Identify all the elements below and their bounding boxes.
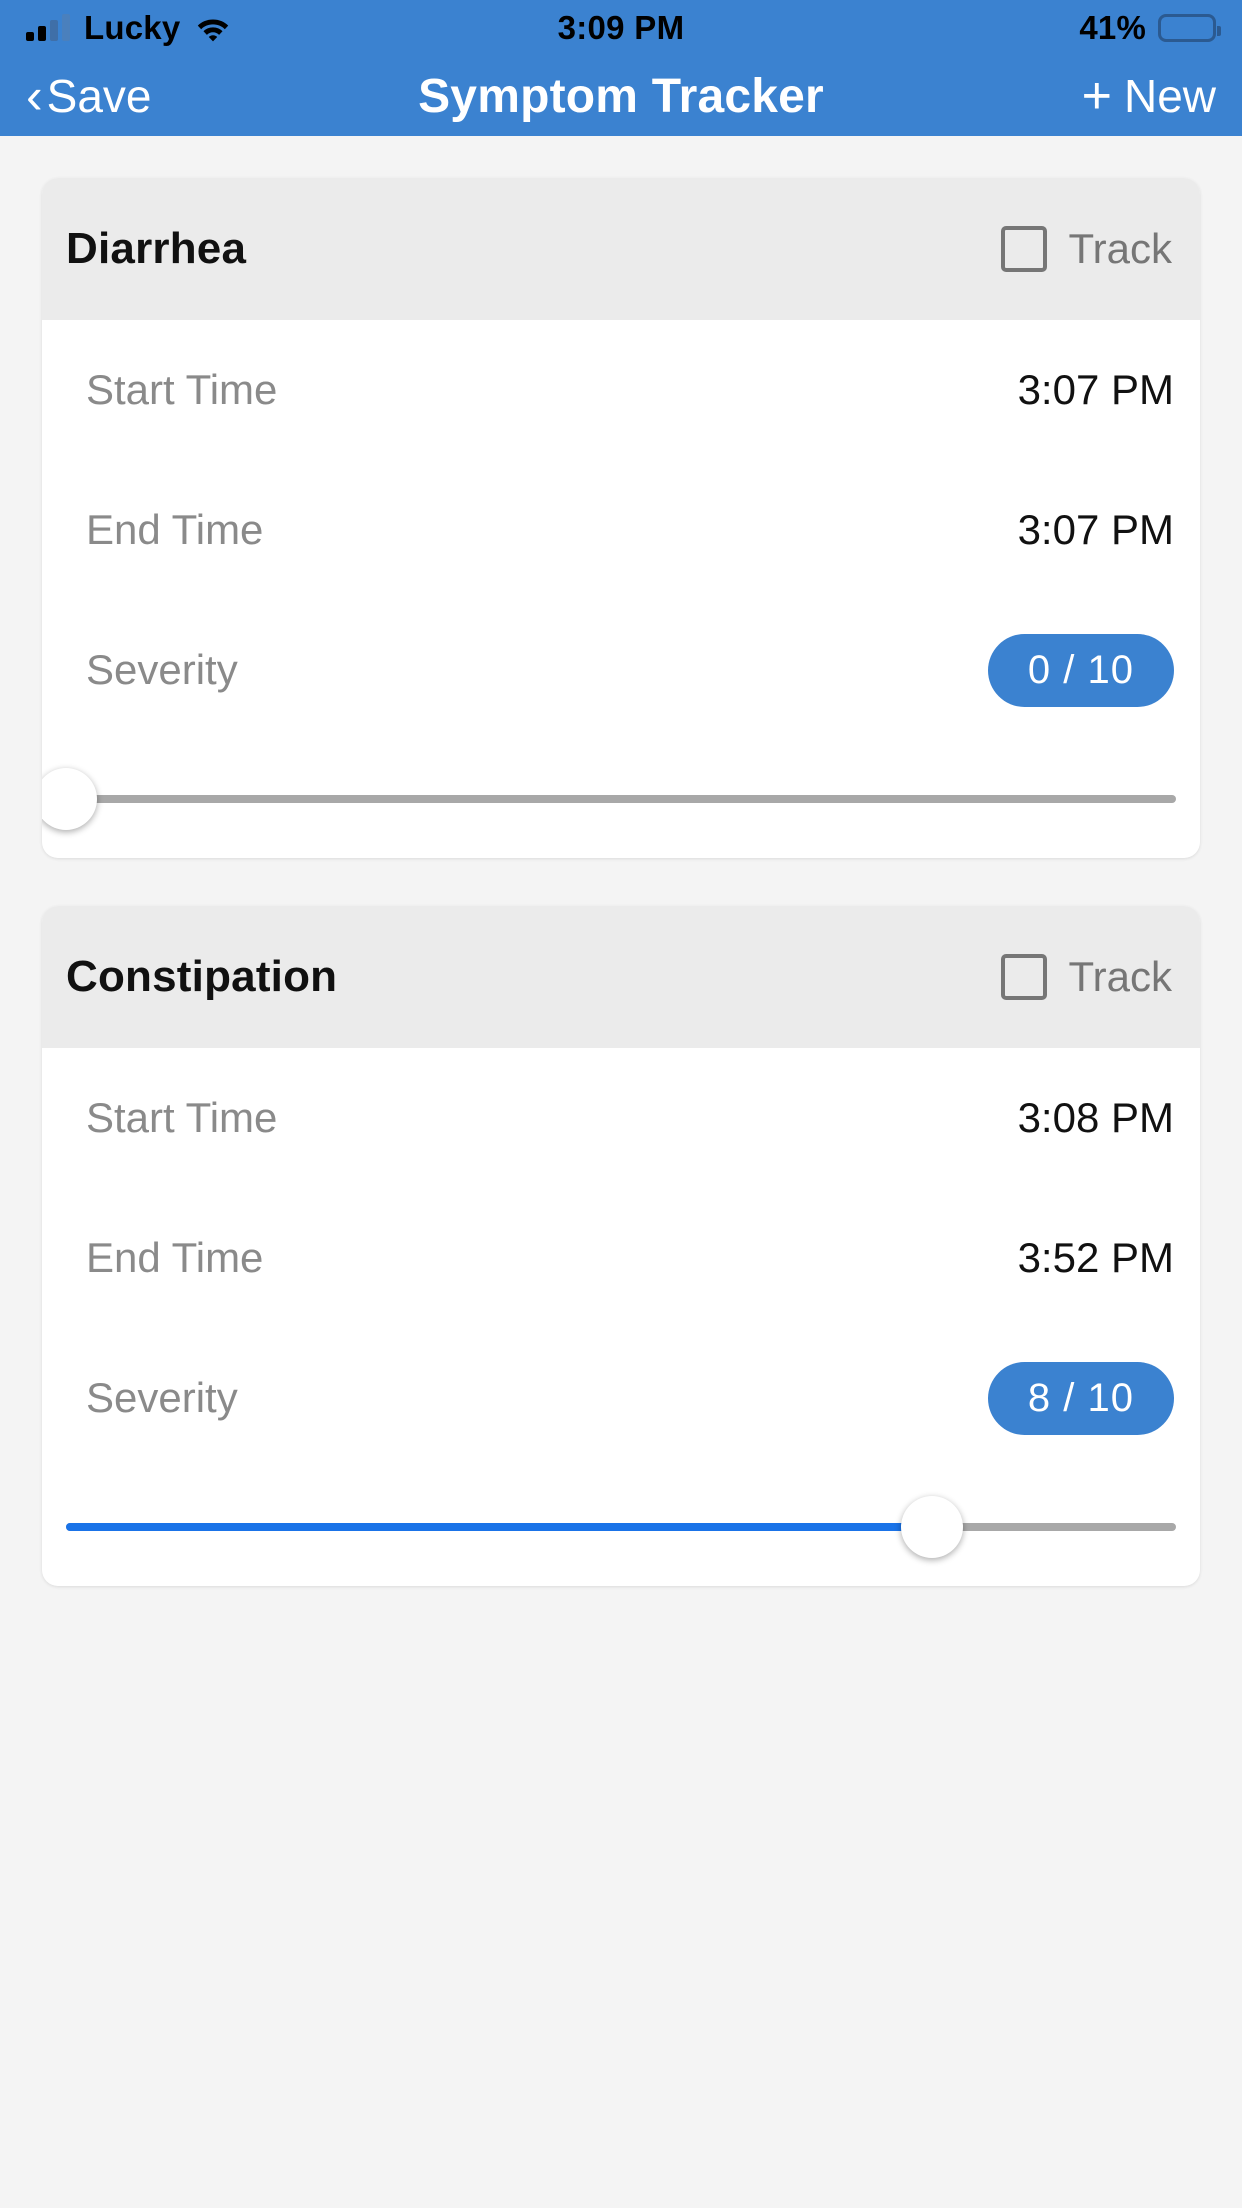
- end-time-label: End Time: [86, 506, 264, 553]
- new-button-label: New: [1123, 70, 1216, 122]
- new-button[interactable]: + New: [621, 69, 1216, 123]
- severity-slider[interactable]: [42, 1468, 1200, 1586]
- app-screen: Lucky 3:09 PM 41% ‹ Save Symptom Tracker…: [0, 0, 1242, 2208]
- cellular-signal-icon: [26, 14, 70, 41]
- symptom-card: Diarrhea Track Start Time 3:07 PM End Ti…: [42, 178, 1200, 858]
- track-toggle[interactable]: Track: [1000, 225, 1174, 273]
- symptom-card-header: Constipation Track: [42, 906, 1200, 1048]
- symptom-card: Constipation Track Start Time 3:08 PM En…: [42, 906, 1200, 1586]
- severity-badge: 0 / 10: [987, 633, 1174, 707]
- plus-icon: +: [1081, 67, 1112, 125]
- slider-track[interactable]: [66, 1523, 1176, 1531]
- chevron-left-icon: ‹: [26, 68, 43, 124]
- save-button-label: Save: [46, 70, 152, 122]
- battery-percent-label: 41%: [1079, 9, 1146, 46]
- severity-slider[interactable]: [42, 740, 1200, 858]
- start-time-label: Start Time: [86, 1094, 278, 1141]
- start-time-value[interactable]: 3:07 PM: [1018, 366, 1174, 414]
- track-label: Track: [1068, 953, 1172, 1000]
- end-time-row[interactable]: End Time 3:07 PM: [42, 460, 1200, 600]
- start-time-row[interactable]: Start Time 3:07 PM: [42, 320, 1200, 460]
- slider-track[interactable]: [66, 795, 1176, 803]
- navigation-bar: ‹ Save Symptom Tracker + New: [0, 56, 1242, 136]
- end-time-value[interactable]: 3:07 PM: [1018, 506, 1174, 554]
- status-bar-right: 41%: [621, 9, 1221, 47]
- symptom-card-header: Diarrhea Track: [42, 178, 1200, 320]
- carrier-label: Lucky: [84, 9, 181, 46]
- severity-row: Severity 8 / 10: [42, 1328, 1200, 1468]
- status-bar-left: Lucky: [26, 9, 621, 47]
- battery-icon: [1158, 14, 1221, 42]
- slider-fill: [66, 1523, 932, 1531]
- severity-row: Severity 0 / 10: [42, 600, 1200, 740]
- severity-badge: 8 / 10: [987, 1361, 1174, 1435]
- start-time-row[interactable]: Start Time 3:08 PM: [42, 1048, 1200, 1188]
- track-label: Track: [1068, 225, 1172, 272]
- track-checkbox[interactable]: [1000, 226, 1047, 272]
- symptom-list: Diarrhea Track Start Time 3:07 PM End Ti…: [0, 136, 1242, 1586]
- status-bar: Lucky 3:09 PM 41%: [0, 0, 1242, 56]
- start-time-label: Start Time: [86, 366, 278, 413]
- end-time-row[interactable]: End Time 3:52 PM: [42, 1188, 1200, 1328]
- start-time-value[interactable]: 3:08 PM: [1018, 1094, 1174, 1142]
- track-toggle[interactable]: Track: [1000, 953, 1174, 1001]
- track-checkbox[interactable]: [1000, 954, 1047, 1000]
- symptom-name: Diarrhea: [66, 224, 247, 273]
- slider-thumb[interactable]: [900, 1496, 963, 1558]
- end-time-label: End Time: [86, 1234, 264, 1281]
- symptom-name: Constipation: [66, 952, 338, 1001]
- end-time-value[interactable]: 3:52 PM: [1018, 1234, 1174, 1282]
- severity-label: Severity: [86, 646, 238, 693]
- wifi-icon: [194, 14, 232, 42]
- slider-thumb[interactable]: [42, 768, 97, 830]
- severity-label: Severity: [86, 1374, 238, 1421]
- save-button[interactable]: ‹ Save: [26, 69, 621, 123]
